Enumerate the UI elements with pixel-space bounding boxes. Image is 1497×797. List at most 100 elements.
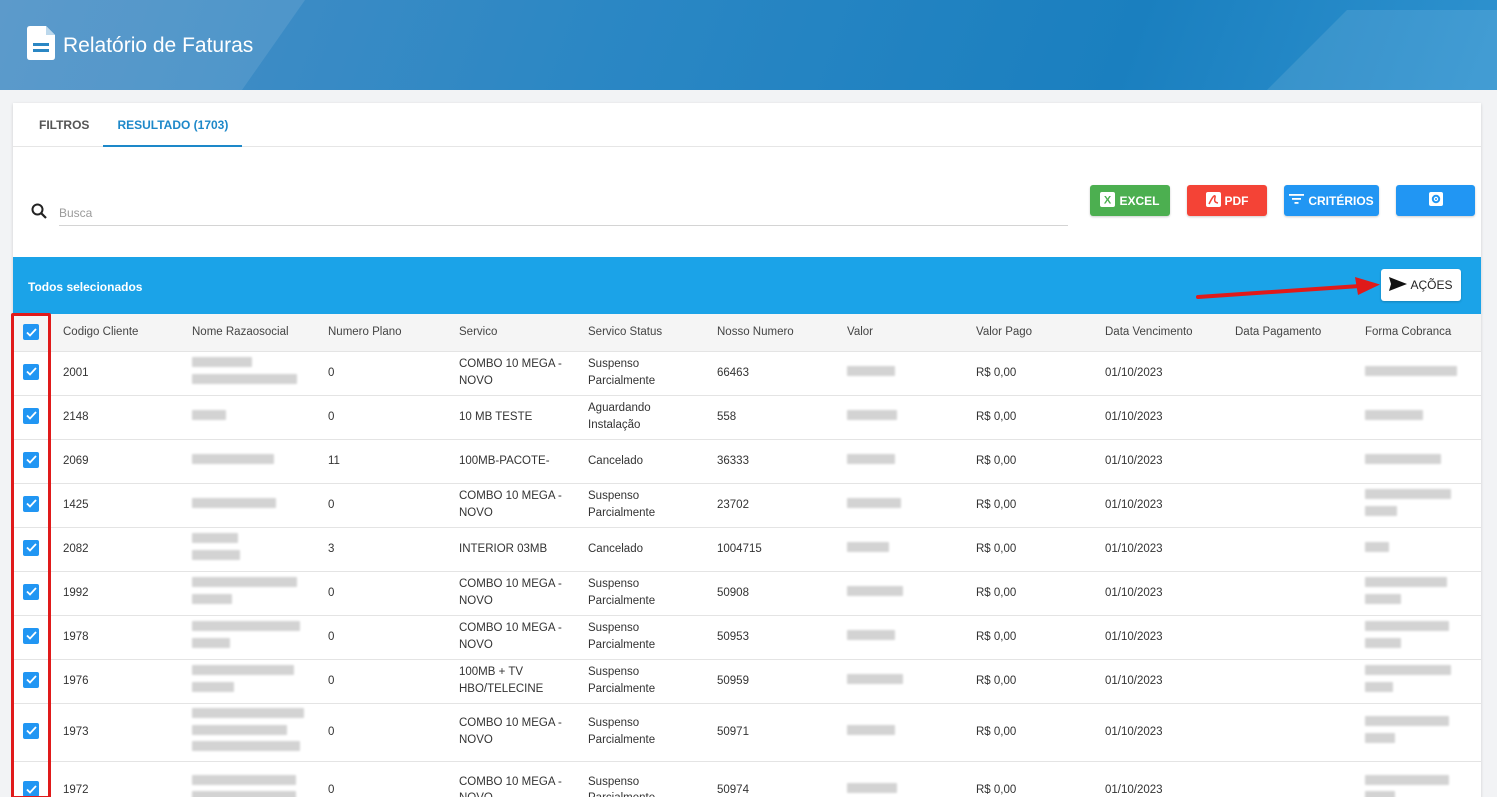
- table-row[interactable]: 1972 0 COMBO 10 MEGA - NOVO Suspenso Par…: [13, 760, 1481, 797]
- column-header[interactable]: Servico Status: [576, 314, 705, 351]
- page-title: Relatório de Faturas: [27, 26, 253, 66]
- cell-data-vencimento: 01/10/2023: [1093, 438, 1223, 483]
- criteria-button[interactable]: CRITÉRIOS: [1284, 185, 1379, 216]
- cell-forma-cobranca: [1353, 570, 1481, 615]
- cell-data-vencimento: 01/10/2023: [1093, 658, 1223, 703]
- column-header[interactable]: Nosso Numero: [705, 314, 835, 351]
- column-header[interactable]: Forma Cobranca: [1353, 314, 1481, 351]
- table-row[interactable]: 1973 0 COMBO 10 MEGA - NOVO Suspenso Par…: [13, 702, 1481, 761]
- cell-data-vencimento: 01/10/2023: [1093, 350, 1223, 395]
- cell-nome: [180, 438, 316, 483]
- table-row[interactable]: 1976 0 100MB + TV HBO/TELECINE Suspenso …: [13, 658, 1481, 703]
- cell-nosso-numero: 50908: [705, 570, 835, 615]
- tab-resultado[interactable]: RESULTADO (1703): [103, 103, 243, 147]
- cell-nome: [180, 658, 316, 703]
- table-row[interactable]: 1978 0 COMBO 10 MEGA - NOVO Suspenso Par…: [13, 614, 1481, 659]
- criteria-label: CRITÉRIOS: [1308, 193, 1374, 208]
- redacted-text: [847, 453, 895, 464]
- redacted-text: [192, 741, 300, 752]
- send-icon: [1389, 276, 1408, 294]
- column-header[interactable]: Codigo Cliente: [51, 314, 180, 351]
- table-row[interactable]: 2001 0 COMBO 10 MEGA - NOVO Suspenso Par…: [13, 350, 1481, 395]
- cell-valor-pago: R$ 0,00: [964, 570, 1093, 615]
- select-all-checkbox[interactable]: [23, 324, 39, 341]
- cell-data-vencimento: 01/10/2023: [1093, 526, 1223, 571]
- cell-nome: [180, 570, 316, 615]
- row-checkbox[interactable]: [23, 627, 39, 644]
- settings-button[interactable]: [1396, 185, 1475, 216]
- row-checkbox[interactable]: [23, 671, 39, 688]
- column-header[interactable]: Data Vencimento: [1093, 314, 1223, 351]
- row-checkbox[interactable]: [23, 363, 39, 380]
- selection-bar: Todos selecionados AÇÕES: [13, 257, 1481, 314]
- redacted-text: [1365, 594, 1401, 604]
- table-row[interactable]: 1992 0 COMBO 10 MEGA - NOVO Suspenso Par…: [13, 570, 1481, 615]
- cell-nosso-numero: 23702: [705, 482, 835, 527]
- cell-nome: [180, 350, 316, 395]
- row-checkbox[interactable]: [23, 583, 39, 600]
- row-checkbox[interactable]: [23, 539, 39, 556]
- cell-valor: [835, 702, 964, 761]
- cell-nosso-numero: 36333: [705, 438, 835, 483]
- column-header[interactable]: Numero Plano: [316, 314, 447, 351]
- column-header[interactable]: Valor Pago: [964, 314, 1093, 351]
- pdf-icon: [1205, 191, 1221, 210]
- table-header-row: Codigo Cliente Nome Razaosocial Numero P…: [13, 314, 1481, 351]
- cell-status: Suspenso Parcialmente: [576, 482, 705, 527]
- cell-data-pagamento: [1223, 760, 1353, 797]
- row-checkbox[interactable]: [23, 781, 39, 797]
- column-header[interactable]: Data Pagamento: [1223, 314, 1353, 351]
- cell-nosso-numero: 50953: [705, 614, 835, 659]
- export-excel-button[interactable]: X EXCEL: [1090, 185, 1170, 216]
- redacted-text: [192, 533, 238, 544]
- cell-plano: 0: [316, 394, 447, 439]
- row-select-cell: [13, 570, 51, 615]
- row-checkbox[interactable]: [23, 451, 39, 468]
- redacted-text: [192, 497, 276, 508]
- cell-status: Suspenso Parcialmente: [576, 350, 705, 395]
- cell-valor: [835, 394, 964, 439]
- cell-nosso-numero: 66463: [705, 350, 835, 395]
- column-header[interactable]: Servico: [447, 314, 576, 351]
- redacted-text: [1365, 774, 1449, 785]
- cell-valor-pago: R$ 0,00: [964, 658, 1093, 703]
- row-checkbox[interactable]: [23, 407, 39, 424]
- column-header[interactable]: Nome Razaosocial: [180, 314, 316, 351]
- redacted-text: [192, 374, 297, 384]
- row-checkbox[interactable]: [23, 722, 39, 739]
- search-input[interactable]: [59, 200, 1068, 226]
- cell-valor-pago: R$ 0,00: [964, 526, 1093, 571]
- table-row[interactable]: 2082 3 INTERIOR 03MB Cancelado 1004715 R…: [13, 526, 1481, 571]
- cell-servico: COMBO 10 MEGA - NOVO: [447, 760, 576, 797]
- cell-valor-pago: R$ 0,00: [964, 702, 1093, 761]
- redacted-text: [192, 357, 252, 368]
- cell-nome: [180, 482, 316, 527]
- redacted-text: [1365, 453, 1441, 464]
- cell-data-pagamento: [1223, 702, 1353, 761]
- cell-valor: [835, 482, 964, 527]
- cell-valor: [835, 350, 964, 395]
- actions-button[interactable]: AÇÕES: [1381, 269, 1461, 301]
- cell-status: Suspenso Parcialmente: [576, 570, 705, 615]
- row-select-cell: [13, 614, 51, 659]
- tab-filtros[interactable]: FILTROS: [25, 103, 103, 146]
- table-row[interactable]: 2148 0 10 MB TESTE Aguardando Instalação…: [13, 394, 1481, 439]
- redacted-text: [1365, 577, 1447, 588]
- table-row[interactable]: 2069 11 100MB-PACOTE- Cancelado 36333 R$…: [13, 438, 1481, 483]
- cell-data-pagamento: [1223, 394, 1353, 439]
- column-header[interactable]: Valor: [835, 314, 964, 351]
- cell-nosso-numero: 1004715: [705, 526, 835, 571]
- row-checkbox[interactable]: [23, 495, 39, 512]
- redacted-text: [192, 724, 287, 735]
- table-row[interactable]: 1425 0 COMBO 10 MEGA - NOVO Suspenso Par…: [13, 482, 1481, 527]
- redacted-text: [192, 594, 232, 604]
- cell-data-pagamento: [1223, 614, 1353, 659]
- cell-plano: 0: [316, 570, 447, 615]
- cell-valor-pago: R$ 0,00: [964, 760, 1093, 797]
- redacted-text: [192, 621, 300, 632]
- export-pdf-button[interactable]: PDF: [1187, 185, 1267, 216]
- cell-valor: [835, 658, 964, 703]
- cell-status: Suspenso Parcialmente: [576, 614, 705, 659]
- cell-codigo: 1972: [51, 760, 180, 797]
- excel-icon: X: [1100, 191, 1116, 210]
